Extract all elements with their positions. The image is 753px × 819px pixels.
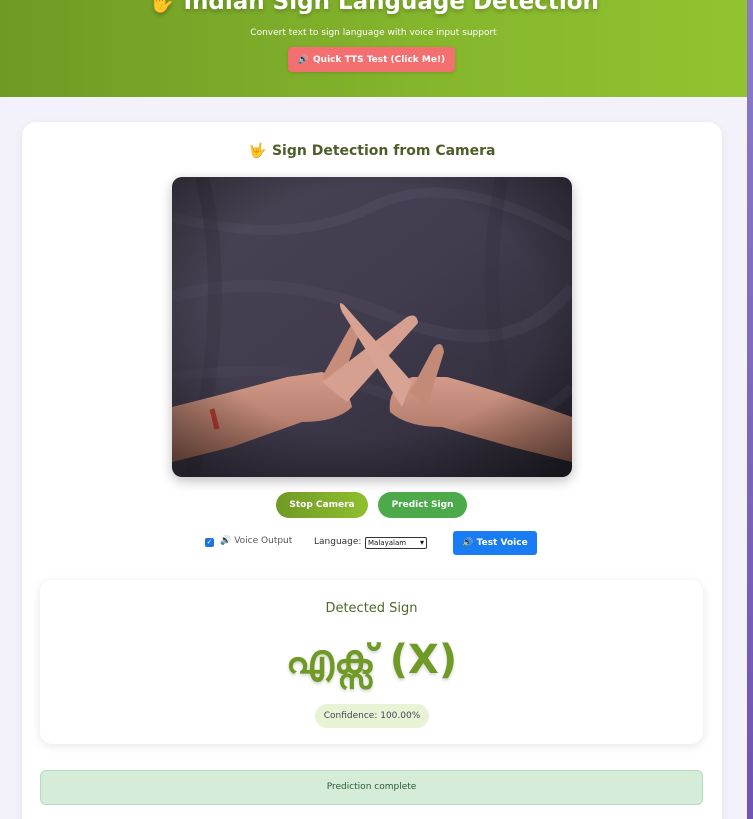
stop-camera-button[interactable]: Stop Camera — [276, 492, 368, 518]
hand-icon: 🤟 — [248, 143, 266, 159]
voice-output-label: 🔊 Voice Output — [220, 536, 292, 546]
detected-sign-value: എക്സ് (X) — [285, 637, 458, 683]
speaker-icon: 🔊 — [462, 538, 474, 548]
test-voice-label: Test Voice — [476, 538, 528, 548]
test-voice-button[interactable]: 🔊 Test Voice — [453, 531, 537, 555]
voice-output-text: Voice Output — [234, 536, 293, 546]
section-title-text: Sign Detection from Camera — [271, 143, 496, 159]
page-title: ✋ Indian Sign Language Detection — [0, 0, 747, 15]
speaker-icon: 🔊 — [297, 54, 310, 65]
section-title: 🤟 Sign Detection from Camera — [22, 143, 722, 159]
camera-controls: Stop Camera Predict Sign — [22, 492, 722, 518]
camera-frame-image — [172, 177, 572, 477]
chevron-down-icon: ▾ — [419, 538, 424, 547]
camera-card: 🤟 Sign Detection from Camera Stop Camera… — [22, 122, 722, 819]
predict-sign-button[interactable]: Predict Sign — [378, 492, 467, 518]
page-title-text: Indian Sign Language Detection — [183, 0, 599, 15]
page-header: ✋ Indian Sign Language Detection Convert … — [0, 0, 747, 97]
speaker-icon: 🔊 — [220, 536, 232, 546]
voice-controls: ✓ 🔊 Voice Output Language: Malayalam ▾ 🔊 … — [22, 531, 722, 555]
confidence-badge: Confidence: 100.00% — [315, 704, 429, 728]
voice-output-checkbox[interactable]: ✓ — [205, 538, 214, 547]
hand-icon: ✋ — [148, 0, 176, 15]
language-label: Language: — [314, 537, 362, 547]
detected-sign-label: Detected Sign — [325, 601, 418, 616]
language-select[interactable]: Malayalam ▾ — [365, 537, 427, 549]
detected-sign-panel: Detected Sign എക്സ് (X) Confidence: 100.… — [40, 580, 703, 744]
window-edge — [747, 0, 753, 819]
language-selected-value: Malayalam — [368, 539, 407, 547]
quick-tts-test-label: Quick TTS Test (Click Me!) — [313, 54, 446, 65]
page-subtitle: Convert text to sign language with voice… — [250, 28, 497, 38]
quick-tts-test-button[interactable]: 🔊 Quick TTS Test (Click Me!) — [288, 47, 455, 72]
status-message: Prediction complete — [40, 770, 703, 805]
camera-feed — [172, 177, 572, 477]
